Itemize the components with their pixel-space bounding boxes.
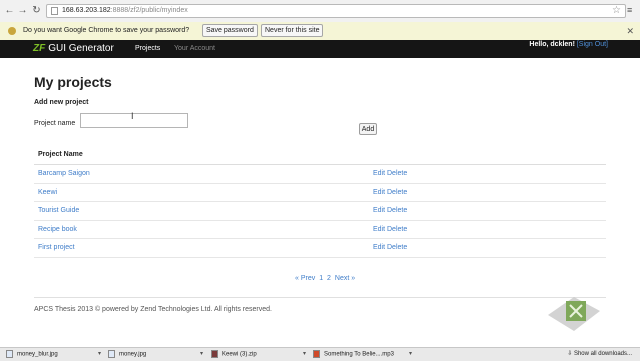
project-name-column: Project Name — [38, 151, 83, 158]
bookmark-star-icon[interactable]: ☆ — [612, 5, 621, 16]
page-icon — [51, 7, 58, 15]
delete-link[interactable]: Delete — [387, 244, 407, 251]
add-project-heading: Add new project — [34, 99, 89, 106]
edit-link[interactable]: Edit — [373, 170, 385, 177]
nav-projects[interactable]: Projects — [135, 45, 160, 52]
save-password-button[interactable]: Save password — [202, 24, 258, 37]
chevron-down-icon[interactable]: ▾ — [409, 350, 412, 357]
reload-icon[interactable]: ↻ — [31, 5, 42, 16]
page-2-link[interactable]: 2 — [327, 275, 331, 282]
table-header: Project Name — [34, 146, 606, 165]
table-row: Recipe book Edit Delete — [34, 221, 606, 239]
app-logo[interactable]: ZF GUI Generator — [33, 43, 114, 54]
pagination: « Prev 1 2 Next » — [295, 275, 357, 282]
key-icon — [8, 27, 16, 35]
delete-link[interactable]: Delete — [387, 226, 407, 233]
infobar-message: Do you want Google Chrome to save your p… — [23, 27, 190, 34]
table-row: Tourist Guide Edit Delete — [34, 202, 606, 221]
delete-link[interactable]: Delete — [387, 170, 407, 177]
close-icon[interactable]: ✕ — [626, 26, 634, 37]
page-1-link[interactable]: 1 — [319, 275, 323, 282]
audio-file-icon — [313, 350, 320, 358]
show-all-downloads-link[interactable]: ⇩ Show all downloads... — [567, 350, 632, 357]
add-button[interactable]: Add — [359, 123, 377, 135]
footer-text: APCS Thesis 2013 © powered by Zend Techn… — [34, 306, 272, 313]
edit-link[interactable]: Edit — [373, 226, 385, 233]
download-item[interactable]: Keewi (3).zip ▾ — [211, 350, 306, 360]
decorative-logo-icon — [548, 297, 600, 331]
browser-toolbar: ← → ↻ 168.63.203.182:8888/zf2/public/myi… — [0, 0, 640, 23]
text-cursor-icon: I — [131, 111, 134, 121]
footer-divider — [34, 297, 606, 298]
page-title: My projects — [34, 74, 112, 90]
edit-link[interactable]: Edit — [373, 244, 385, 251]
project-name-input[interactable] — [80, 113, 188, 128]
sign-out-link[interactable]: [Sign Out] — [577, 41, 608, 48]
never-for-this-site-button[interactable]: Never for this site — [261, 24, 324, 37]
projects-table: Project Name Barcamp Saigon Edit Delete … — [34, 146, 606, 258]
chevron-down-icon[interactable]: ▾ — [303, 350, 306, 357]
menu-icon[interactable]: ≡ — [627, 5, 636, 15]
url-text: 168.63.203.182:8888/zf2/public/myindex — [62, 7, 188, 14]
user-greeting: Hello, dcklen! [Sign Out] — [529, 41, 608, 48]
edit-link[interactable]: Edit — [373, 207, 385, 214]
table-row: First project Edit Delete — [34, 239, 606, 258]
download-item[interactable]: money_blur.jpg ▾ — [6, 350, 101, 360]
zip-file-icon — [211, 350, 218, 358]
table-row: Barcamp Saigon Edit Delete — [34, 165, 606, 184]
delete-link[interactable]: Delete — [387, 189, 407, 196]
prev-page-link[interactable]: « Prev — [295, 275, 315, 282]
chevron-down-icon[interactable]: ▾ — [98, 350, 101, 357]
back-arrow-icon[interactable]: ← — [4, 5, 15, 16]
next-page-link[interactable]: Next » — [335, 275, 355, 282]
save-password-infobar: Do you want Google Chrome to save your p… — [0, 22, 640, 41]
app-header: ZF GUI Generator Projects Your Account He… — [0, 40, 640, 58]
image-file-icon — [6, 350, 13, 358]
forward-arrow-icon[interactable]: → — [17, 5, 28, 16]
delete-link[interactable]: Delete — [387, 207, 407, 214]
project-link[interactable]: Recipe book — [38, 226, 77, 233]
downloads-bar: money_blur.jpg ▾ money.jpg ▾ Keewi (3).z… — [0, 347, 640, 361]
project-link[interactable]: Tourist Guide — [38, 207, 79, 214]
project-link[interactable]: Barcamp Saigon — [38, 170, 90, 177]
edit-link[interactable]: Edit — [373, 189, 385, 196]
project-link[interactable]: Keewi — [38, 189, 57, 196]
download-item[interactable]: Something To Belie....mp3 ▾ — [313, 350, 412, 360]
address-bar[interactable]: 168.63.203.182:8888/zf2/public/myindex ☆ — [46, 4, 626, 18]
chevron-down-icon[interactable]: ▾ — [200, 350, 203, 357]
table-row: Keewi Edit Delete — [34, 184, 606, 202]
image-file-icon — [108, 350, 115, 358]
project-link[interactable]: First project — [38, 244, 75, 251]
download-item[interactable]: money.jpg ▾ — [108, 350, 203, 360]
nav-your-account[interactable]: Your Account — [174, 45, 215, 52]
project-name-label: Project name — [34, 120, 76, 127]
